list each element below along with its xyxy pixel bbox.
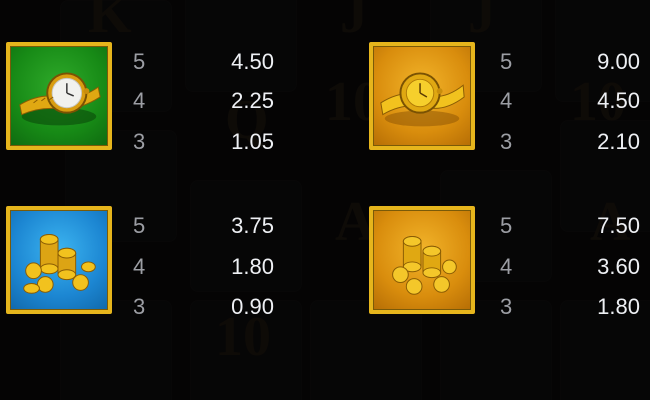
multiplier-count: 5 bbox=[500, 49, 513, 74]
payout-value: 3.60 bbox=[597, 254, 640, 279]
multiplier-count: 5 bbox=[500, 213, 513, 238]
payout-value: 3.75 bbox=[231, 213, 274, 238]
multiplier-count: 3 bbox=[133, 129, 146, 154]
paytable-card-coins-gold bbox=[369, 206, 475, 314]
payout-value: 2.10 bbox=[597, 129, 640, 154]
payout-value: 4.50 bbox=[231, 49, 274, 74]
multiplier-count: 5 bbox=[133, 49, 146, 74]
payout-value: 9.00 bbox=[597, 49, 640, 74]
coin-pile-blue-icon bbox=[23, 234, 96, 294]
silver-watch-icon bbox=[19, 72, 101, 126]
payout-value: 1.05 bbox=[231, 129, 274, 154]
payout-value: 0.90 bbox=[231, 294, 274, 319]
coin-pile-gold-icon bbox=[392, 235, 457, 295]
payout-value: 1.80 bbox=[597, 294, 640, 319]
multiplier-count: 4 bbox=[500, 254, 513, 279]
multiplier-count: 4 bbox=[133, 88, 146, 113]
multiplier-count: 3 bbox=[500, 129, 513, 154]
payout-value: 1.80 bbox=[231, 254, 274, 279]
multiplier-count: 4 bbox=[133, 254, 146, 279]
multiplier-count: 3 bbox=[500, 294, 513, 319]
multiplier-count: 5 bbox=[133, 213, 146, 238]
payout-value: 7.50 bbox=[597, 213, 640, 238]
gold-watch-icon bbox=[380, 72, 465, 127]
multiplier-count: 4 bbox=[500, 88, 513, 113]
paytable-card-silver-watch bbox=[6, 42, 112, 150]
paytable-screen: K J J Q A A 10 10 10 5 4 3 4.50 2.25 1.0… bbox=[0, 0, 650, 400]
paytable-card-coins-blue bbox=[6, 206, 112, 314]
payout-value: 2.25 bbox=[231, 88, 274, 113]
multiplier-count: 3 bbox=[133, 294, 146, 319]
payout-value: 4.50 bbox=[597, 88, 640, 113]
paytable-card-gold-watch bbox=[369, 42, 475, 150]
